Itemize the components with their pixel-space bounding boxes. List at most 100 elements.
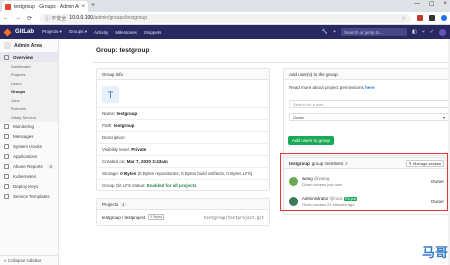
info-path-row: Path: testgroup	[102, 123, 135, 128]
sidebar-header[interactable]: Admin Area	[0, 39, 58, 52]
info-value: Mar 7, 2020 3:43am	[126, 159, 168, 164]
divider	[97, 167, 269, 168]
chevron-down-icon: ▾	[442, 114, 445, 120]
member-name[interactable]: Administrator	[302, 196, 329, 201]
info-created-row: Created on: Mar 7, 2020 3:43am	[102, 159, 168, 164]
minimize-button[interactable]: —	[414, 1, 420, 8]
sidebar-item-service-templates[interactable]: Service Templates	[0, 192, 58, 202]
member-name[interactable]: wang	[302, 176, 313, 181]
watermark: 马哥	[421, 246, 448, 261]
tab-close-icon[interactable]: ×	[81, 4, 85, 10]
gitlab-brand[interactable]: GitLab	[15, 29, 34, 35]
template-icon	[4, 194, 9, 199]
permissions-link[interactable]: here	[365, 85, 375, 90]
member-name-line: wang @wang	[302, 176, 342, 181]
sidebar-subitem-runners[interactable]: Runners	[0, 104, 58, 113]
member-avatar[interactable]	[289, 176, 298, 186]
member-avatar[interactable]	[289, 196, 298, 206]
sidebar-subitem-users[interactable]: Users	[0, 79, 58, 88]
search-input[interactable]: Search or jump to...	[341, 28, 408, 36]
nav-snippets[interactable]: Snippets	[144, 30, 162, 35]
insecure-warning[interactable]: ⓘ 不安全	[45, 15, 66, 22]
close-window-button[interactable]: ×	[443, 1, 447, 8]
sidebar-item-abuse-reports[interactable]: Abuse Reports 0	[0, 162, 58, 172]
sidebar-item-messages[interactable]: Messages	[0, 132, 58, 142]
group-avatar: T	[102, 86, 119, 103]
project-link[interactable]: testgroup / testproject	[102, 215, 145, 220]
sidebar-item-applications[interactable]: Applications	[0, 152, 58, 162]
gitlab-logo-icon[interactable]	[3, 28, 12, 36]
sidebar-item-label: Kubernetes	[13, 174, 37, 179]
sidebar-subitem-gitaly-servers[interactable]: Gitaly Servers	[0, 113, 58, 122]
plus-icon[interactable]: +	[333, 29, 336, 35]
bookmark-star-icon[interactable]: ☆	[401, 15, 406, 22]
member-access-time: Given access just now	[302, 181, 342, 187]
monitoring-icon	[4, 124, 9, 129]
sidebar-header-label: Admin Area	[14, 42, 42, 49]
maximize-button[interactable]: ☐	[429, 1, 434, 8]
forward-icon[interactable]: →	[15, 15, 21, 21]
sidebar-subitem-dashboard[interactable]: Dashboard	[0, 62, 58, 71]
member-username: @root	[329, 195, 343, 201]
reload-icon[interactable]: ⟳	[27, 15, 32, 22]
add-user-header: Add user(s) to the group:	[284, 69, 449, 80]
url-input[interactable]: ⓘ 不安全 10.0.0.100/admin/groups/testgroup …	[40, 13, 412, 23]
info-visibility-row: Visibility level: Private	[102, 147, 146, 152]
extension-icon[interactable]	[429, 15, 436, 21]
nav-milestones[interactable]: Milestones	[115, 30, 137, 35]
project-size-badge: 0 Bytes	[148, 214, 164, 220]
sidebar-item-system-hooks[interactable]: System Hooks	[0, 142, 58, 152]
browser-tab[interactable]: testgroup · Groups · Admin Ar ×	[2, 1, 88, 12]
manage-access-button[interactable]: ✎ Manage access	[405, 159, 444, 167]
info-value: Private	[131, 147, 147, 152]
issues-icon[interactable]: ◧	[412, 29, 417, 35]
new-tab-button[interactable]: +	[91, 2, 95, 9]
divider	[97, 119, 269, 120]
group-info-header: Group info	[97, 69, 269, 80]
divider	[97, 179, 269, 180]
collapse-sidebar-button[interactable]: « Collapse sidebar	[0, 255, 59, 265]
abuse-count-badge: 0	[47, 164, 54, 169]
members-group-name: testgroup	[289, 160, 310, 166]
sidebar-item-kubernetes[interactable]: Kubernetes	[0, 172, 58, 182]
info-label: Storage:	[102, 171, 120, 176]
info-value: Enabled for all projects	[146, 183, 197, 188]
nav-projects[interactable]: Projects ▾	[42, 29, 62, 35]
profile-icon[interactable]	[441, 15, 447, 21]
member-row: Administrator @root It's you Given acces…	[289, 192, 444, 210]
info-label: Description:	[102, 135, 126, 140]
admin-sidebar: Admin Area Overview Dashboard Projects U…	[0, 39, 59, 265]
sidebar-subitem-groups[interactable]: Groups	[0, 87, 58, 96]
todos-icon[interactable]: ✓	[430, 29, 434, 35]
admin-wrench-icon[interactable]: 🔧	[322, 29, 328, 35]
divider	[97, 155, 269, 156]
info-label: Path:	[102, 123, 113, 128]
merge-requests-icon[interactable]: ⑂	[422, 29, 425, 35]
sidebar-item-deploy-keys[interactable]: Deploy Keys	[0, 182, 58, 192]
add-users-button[interactable]: Add users to group	[288, 136, 335, 145]
window-controls: — ☐ ×	[414, 1, 447, 8]
info-description-row: Description:	[102, 135, 126, 140]
user-search-input[interactable]: Search for a user	[289, 100, 449, 108]
nav-groups[interactable]: Groups ▾	[69, 29, 87, 35]
manage-access-label: Manage access	[412, 160, 441, 166]
sidebar-subitem-jobs[interactable]: Jobs	[0, 96, 58, 105]
sidebar-item-overview[interactable]: Overview	[0, 52, 58, 62]
url-path: /admin/groups/testgroup	[93, 15, 147, 21]
sidebar-item-monitoring[interactable]: Monitoring	[0, 122, 58, 132]
sidebar-subitem-projects[interactable]: Projects	[0, 70, 58, 79]
nav-activity[interactable]: Activity	[94, 30, 108, 35]
permissions-text: Read more about project permissions	[289, 85, 364, 90]
role-select[interactable]: Guest ▾	[289, 113, 449, 121]
members-count-badge: 2	[345, 160, 348, 166]
sidebar-item-label: Monitoring	[13, 124, 35, 129]
extension-icon[interactable]	[417, 15, 424, 21]
info-value: 0 Bytes	[120, 171, 137, 176]
permissions-note: Read more about project permissions here	[289, 85, 375, 90]
overview-icon	[4, 54, 9, 60]
user-avatar[interactable]	[439, 28, 446, 36]
sidebar-item-label: Overview	[13, 54, 34, 60]
info-label: Created on:	[102, 159, 126, 164]
applications-icon	[4, 154, 9, 159]
back-icon[interactable]: ←	[3, 15, 9, 21]
